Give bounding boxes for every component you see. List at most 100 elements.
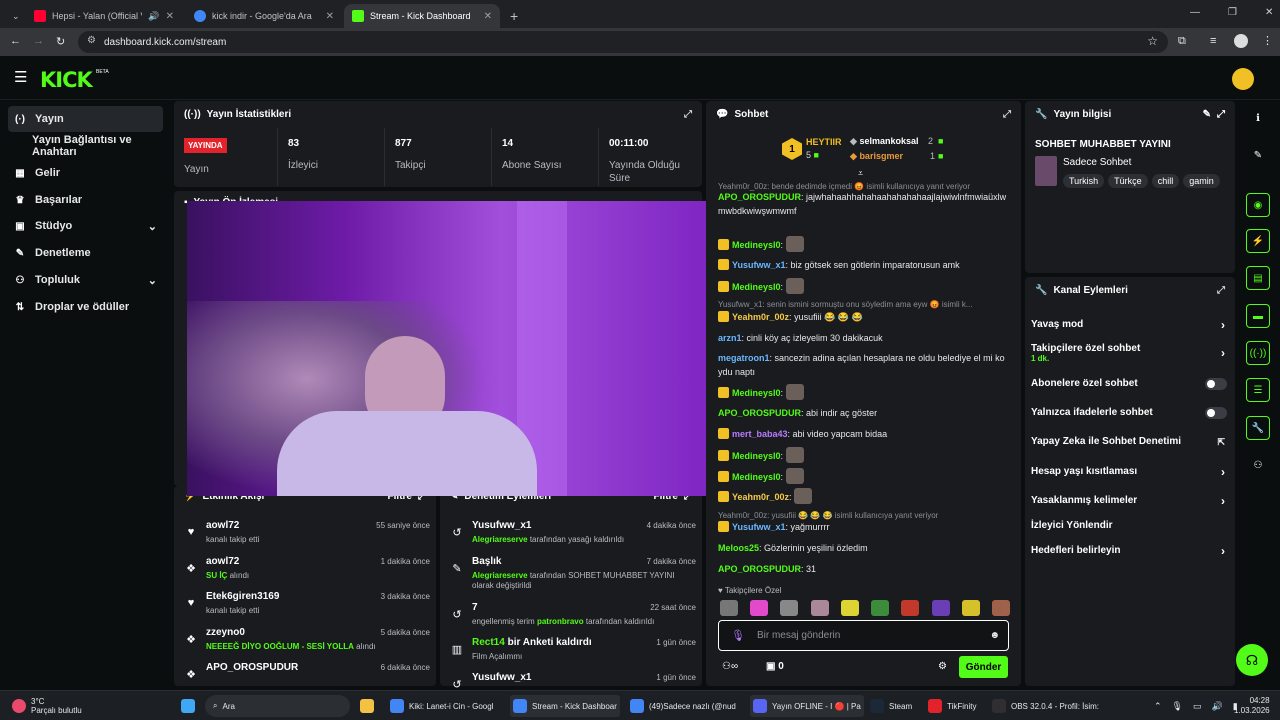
sidebar-item-yayin[interactable]: (·) Yayın [8, 106, 163, 132]
chat-settings-icon[interactable]: ⚙ [938, 661, 947, 672]
chat-bubble-icon[interactable]: ▬ [1246, 304, 1270, 328]
sidebar-item-studyo[interactable]: ▣ Stüdyo ⌄ [8, 213, 163, 239]
chat-username[interactable]: APO_OROSPUDUR [718, 408, 801, 418]
close-icon[interactable]: ✕ [166, 11, 174, 22]
profile-avatar[interactable] [1234, 34, 1248, 48]
action-banned-words[interactable]: Yasaklanmış kelimeler › [1031, 494, 1227, 509]
activity-user[interactable]: APO_OROSPUDUR [206, 662, 298, 673]
volume-icon[interactable]: 🔊 [1212, 701, 1223, 712]
bolt-icon[interactable]: ⚡ [1246, 229, 1270, 253]
chat-username[interactable]: Meloos25 [718, 543, 759, 553]
expand-icon[interactable]: ⤢ [1217, 285, 1225, 296]
moderator-name[interactable]: patronbravo [537, 617, 584, 626]
chat-username[interactable]: APO_OROSPUDUR [718, 192, 801, 202]
tab-google[interactable]: kick indir - Google'da Ara ✕ [186, 4, 342, 28]
action-ai-moderation[interactable]: Yapay Zeka ile Sohbet Denetimi ⇱ [1031, 436, 1227, 450]
toggle[interactable] [1205, 378, 1227, 390]
site-info-icon[interactable]: ⚙ [87, 35, 96, 46]
microphone-icon[interactable]: 🎙 [731, 629, 745, 642]
emote-icon[interactable] [810, 600, 829, 616]
emote-icon[interactable] [780, 600, 799, 616]
emote-icon[interactable] [931, 600, 950, 616]
taskbar-search[interactable]: ⌕ Ara [205, 695, 350, 717]
emote-icon[interactable] [871, 600, 890, 616]
toggle[interactable] [1205, 407, 1227, 419]
notes-icon[interactable]: ▤ [1246, 266, 1270, 290]
community-icon[interactable]: ⚇∞ [722, 661, 738, 672]
emote-icon[interactable] [720, 600, 738, 616]
support-icon[interactable]: ☊ [1236, 644, 1268, 676]
speaker-icon[interactable]: 🔊 [148, 11, 159, 22]
clock[interactable]: 04:28 1.03.2026 [1234, 694, 1270, 718]
forward-icon[interactable]: → [33, 35, 44, 47]
start-button[interactable] [181, 697, 195, 715]
edit-icon[interactable]: ✎ [1246, 143, 1270, 167]
tab-kick-dashboard[interactable]: Stream - Kick Dashboard ✕ [344, 4, 500, 28]
hamburger-menu-icon[interactable]: ☰ [14, 68, 27, 86]
new-tab-button[interactable]: + [502, 4, 522, 28]
moderator-name[interactable]: Alegriareserve [472, 571, 528, 580]
chat-username[interactable]: Medineysl0 [732, 472, 781, 482]
sidebar-item-topluluk[interactable]: ⚇ Topluluk ⌄ [8, 267, 163, 293]
network-icon[interactable]: ▭ [1193, 701, 1202, 712]
chat-username[interactable]: Yeahm0r_00z [732, 492, 789, 502]
kick-logo[interactable]: KICK [40, 68, 93, 92]
expand-icon[interactable]: ⤢ [684, 109, 692, 120]
chat-username[interactable]: Medineysl0 [732, 451, 781, 461]
chat-username[interactable]: mert_baba43 [732, 429, 788, 439]
send-button[interactable]: Gönder [959, 656, 1008, 678]
bookmark-star-icon[interactable]: ☆ [1147, 34, 1158, 48]
weather-widget[interactable]: 3°C Parçalı bulutlu [12, 697, 82, 715]
community-icon[interactable]: ⚇ [1246, 453, 1270, 477]
tag[interactable]: chill [1151, 174, 1180, 188]
chat-username[interactable]: arzn1 [718, 333, 742, 343]
sidebar-item-gelir[interactable]: ▦ Gelir [8, 160, 163, 186]
media-icon[interactable]: ≡ [1210, 35, 1216, 47]
back-icon[interactable]: ← [10, 35, 21, 47]
video-preview[interactable] [187, 201, 710, 496]
chat-input[interactable]: 🎙 Bir mesaj gönderin ☻ [718, 620, 1009, 651]
chat-username[interactable]: megatroon1 [718, 353, 770, 363]
action-slow-mode[interactable]: Yavaş mod › [1031, 318, 1227, 333]
taskbar-app[interactable]: Stream - Kick Dashboar [510, 695, 620, 717]
sidebar-item-denetleme[interactable]: ✎ Denetleme [8, 240, 163, 266]
close-icon[interactable]: ✕ [326, 11, 334, 22]
emote-icon[interactable] [961, 600, 980, 616]
mod-target[interactable]: Yusufww_x1 [472, 672, 531, 683]
stream-category[interactable]: Sadece Sohbet [1063, 157, 1131, 168]
chat-username[interactable]: Medineysl0 [732, 240, 781, 250]
user-avatar[interactable] [1232, 68, 1254, 90]
maximize-icon[interactable]: ❐ [1228, 7, 1237, 18]
taskbar-app[interactable]: (49)Sadece nazlı (@nud [630, 697, 736, 715]
emote-icon[interactable] [901, 600, 920, 616]
moderation-icon[interactable]: ☰ [1246, 378, 1270, 402]
activity-user[interactable]: zzeyno0 [206, 627, 245, 638]
tray-chevron-icon[interactable]: ⌃ [1154, 701, 1162, 712]
expand-icon[interactable]: ⤢ [1217, 109, 1225, 120]
tab-list-button[interactable]: ⌄ [4, 4, 24, 28]
chat-username[interactable]: Medineysl0 [732, 388, 781, 398]
edit-icon[interactable]: ✎ [1203, 109, 1211, 120]
action-account-age[interactable]: Hesap yaşı kısıtlaması › [1031, 465, 1227, 480]
chat-username[interactable]: APO_OROSPUDUR [718, 564, 801, 574]
expand-icon[interactable]: ⤢ [1003, 109, 1011, 120]
menu-icon[interactable]: ⋮ [1262, 34, 1273, 47]
activity-user[interactable]: Etek6giren3169 [206, 591, 279, 602]
action-raid[interactable]: İzleyici Yönlendir [1031, 520, 1227, 534]
emote-icon[interactable] [750, 600, 769, 616]
camera-icon[interactable]: ◉ [1246, 193, 1270, 217]
mod-target[interactable]: Yusufww_x1 [472, 520, 531, 531]
wrench-icon[interactable]: 🔧 [1246, 416, 1270, 440]
minimize-icon[interactable]: — [1190, 7, 1200, 18]
action-followers-only[interactable]: Takipçilere özel sohbet 1 dk. › [1031, 343, 1227, 365]
leaderboard-top-name[interactable]: HEYTIIR [806, 137, 842, 147]
action-goals[interactable]: Hedefleri belirleyin › [1031, 544, 1227, 559]
reload-icon[interactable]: ↻ [56, 35, 65, 48]
chat-username[interactable]: Yusufww_x1 [732, 522, 786, 532]
taskbar-app[interactable]: Steam [870, 697, 912, 715]
address-bar[interactable]: ⚙ dashboard.kick.com/stream ☆ [78, 31, 1168, 53]
taskbar-app[interactable]: TikFinity [928, 697, 976, 715]
tab-youtube[interactable]: Hepsi - Yalan (Official Video) 🔊 ✕ [26, 4, 182, 28]
sidebar-item-basarilar[interactable]: ♛ Başarılar [8, 187, 163, 213]
extensions-icon[interactable]: ⧉ [1178, 35, 1186, 48]
